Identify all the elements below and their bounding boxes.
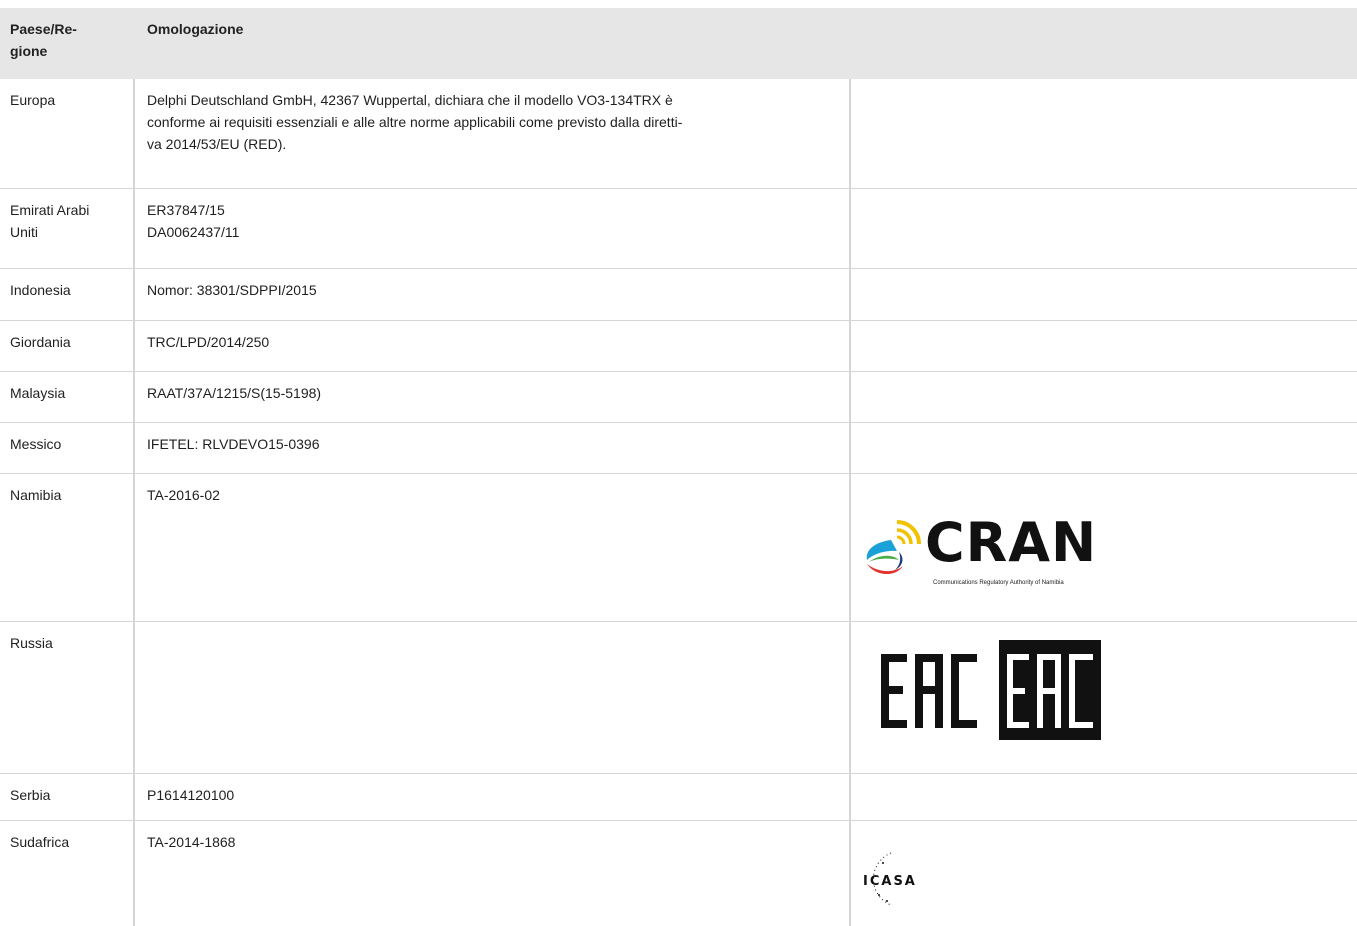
icasa-text: ICASA bbox=[863, 874, 917, 889]
approval-cell: IFETEL: RLVDEVO15-0396 bbox=[135, 423, 851, 473]
table-row: Namibia TA-2016-02 CRAN Communications R… bbox=[0, 474, 1357, 622]
country-cell: Giordania bbox=[0, 321, 135, 371]
approval-line: va 2014/53/EU (RED). bbox=[147, 136, 287, 152]
country-cell: Indonesia bbox=[0, 269, 135, 320]
country-cell: Europa bbox=[0, 79, 135, 188]
approval-line: DA0062437/11 bbox=[147, 224, 240, 240]
country-cell: Russia bbox=[0, 622, 135, 773]
approval-cell: Delphi Deutschland GmbH, 42367 Wuppertal… bbox=[135, 79, 851, 188]
cran-subtitle: Communications Regulatory Authority of N… bbox=[933, 580, 1064, 586]
country-cell: Malaysia bbox=[0, 372, 135, 422]
logo-cell bbox=[851, 622, 1357, 773]
approval-cell: ER37847/15 DA0062437/11 bbox=[135, 189, 851, 268]
logo-cell: ICASA bbox=[851, 821, 1357, 926]
approval-cell: TRC/LPD/2014/250 bbox=[135, 321, 851, 371]
approval-cell: Nomor: 38301/SDPPI/2015 bbox=[135, 269, 851, 320]
cran-text: CRAN bbox=[925, 511, 1098, 574]
country-cell: Namibia bbox=[0, 474, 135, 621]
table-row: Malaysia RAAT/37A/1215/S(15-5198) bbox=[0, 372, 1357, 423]
logo-cell bbox=[851, 321, 1357, 371]
logo-cell: CRAN Communications Regulatory Authority… bbox=[851, 474, 1357, 621]
approval-line: ER37847/15 bbox=[147, 202, 225, 218]
cran-satellite-icon bbox=[866, 520, 921, 575]
approval-line: Delphi Deutschland GmbH, 42367 Wuppertal… bbox=[147, 92, 673, 108]
logo-cell bbox=[851, 774, 1357, 820]
approval-line: conforme ai requisiti essenziali e alle … bbox=[147, 114, 683, 130]
table-row: Giordania TRC/LPD/2014/250 bbox=[0, 321, 1357, 372]
table-row: Sudafrica TA-2014-1868 ICASA bbox=[0, 821, 1357, 926]
table-row: Messico IFETEL: RLVDEVO15-0396 bbox=[0, 423, 1357, 474]
approval-cell: TA-2016-02 bbox=[135, 474, 851, 621]
country-cell: Serbia bbox=[0, 774, 135, 820]
table-row: Serbia P1614120100 bbox=[0, 774, 1357, 821]
country-cell: Sudafrica bbox=[0, 821, 135, 926]
table-header: Paese/Re- gione Omologazione bbox=[0, 8, 1357, 79]
approval-cell bbox=[135, 622, 851, 773]
approvals-table: Paese/Re- gione Omologazione Europa Delp… bbox=[0, 8, 1357, 926]
table-row: Emirati Arabi Uniti ER37847/15 DA0062437… bbox=[0, 189, 1357, 269]
header-blank bbox=[851, 8, 1357, 79]
approval-cell: TA-2014-1868 bbox=[135, 821, 851, 926]
logo-cell bbox=[851, 79, 1357, 188]
country-cell: Messico bbox=[0, 423, 135, 473]
logo-cell bbox=[851, 423, 1357, 473]
cran-logo: CRAN Communications Regulatory Authority… bbox=[861, 511, 1121, 586]
eac-logo bbox=[881, 640, 1101, 740]
approval-cell: P1614120100 bbox=[135, 774, 851, 820]
icasa-logo: ICASA bbox=[861, 849, 981, 909]
table-row: Indonesia Nomor: 38301/SDPPI/2015 bbox=[0, 269, 1357, 321]
logo-cell bbox=[851, 372, 1357, 422]
header-country: Paese/Re- gione bbox=[10, 21, 77, 59]
logo-cell bbox=[851, 269, 1357, 320]
table-row: Europa Delphi Deutschland GmbH, 42367 Wu… bbox=[0, 79, 1357, 189]
country-cell: Emirati Arabi Uniti bbox=[0, 189, 135, 268]
table-row: Russia bbox=[0, 622, 1357, 774]
eac-mark-icon bbox=[881, 640, 1101, 740]
header-approval: Omologazione bbox=[147, 21, 244, 37]
logo-cell bbox=[851, 189, 1357, 268]
approval-cell: RAAT/37A/1215/S(15-5198) bbox=[135, 372, 851, 422]
